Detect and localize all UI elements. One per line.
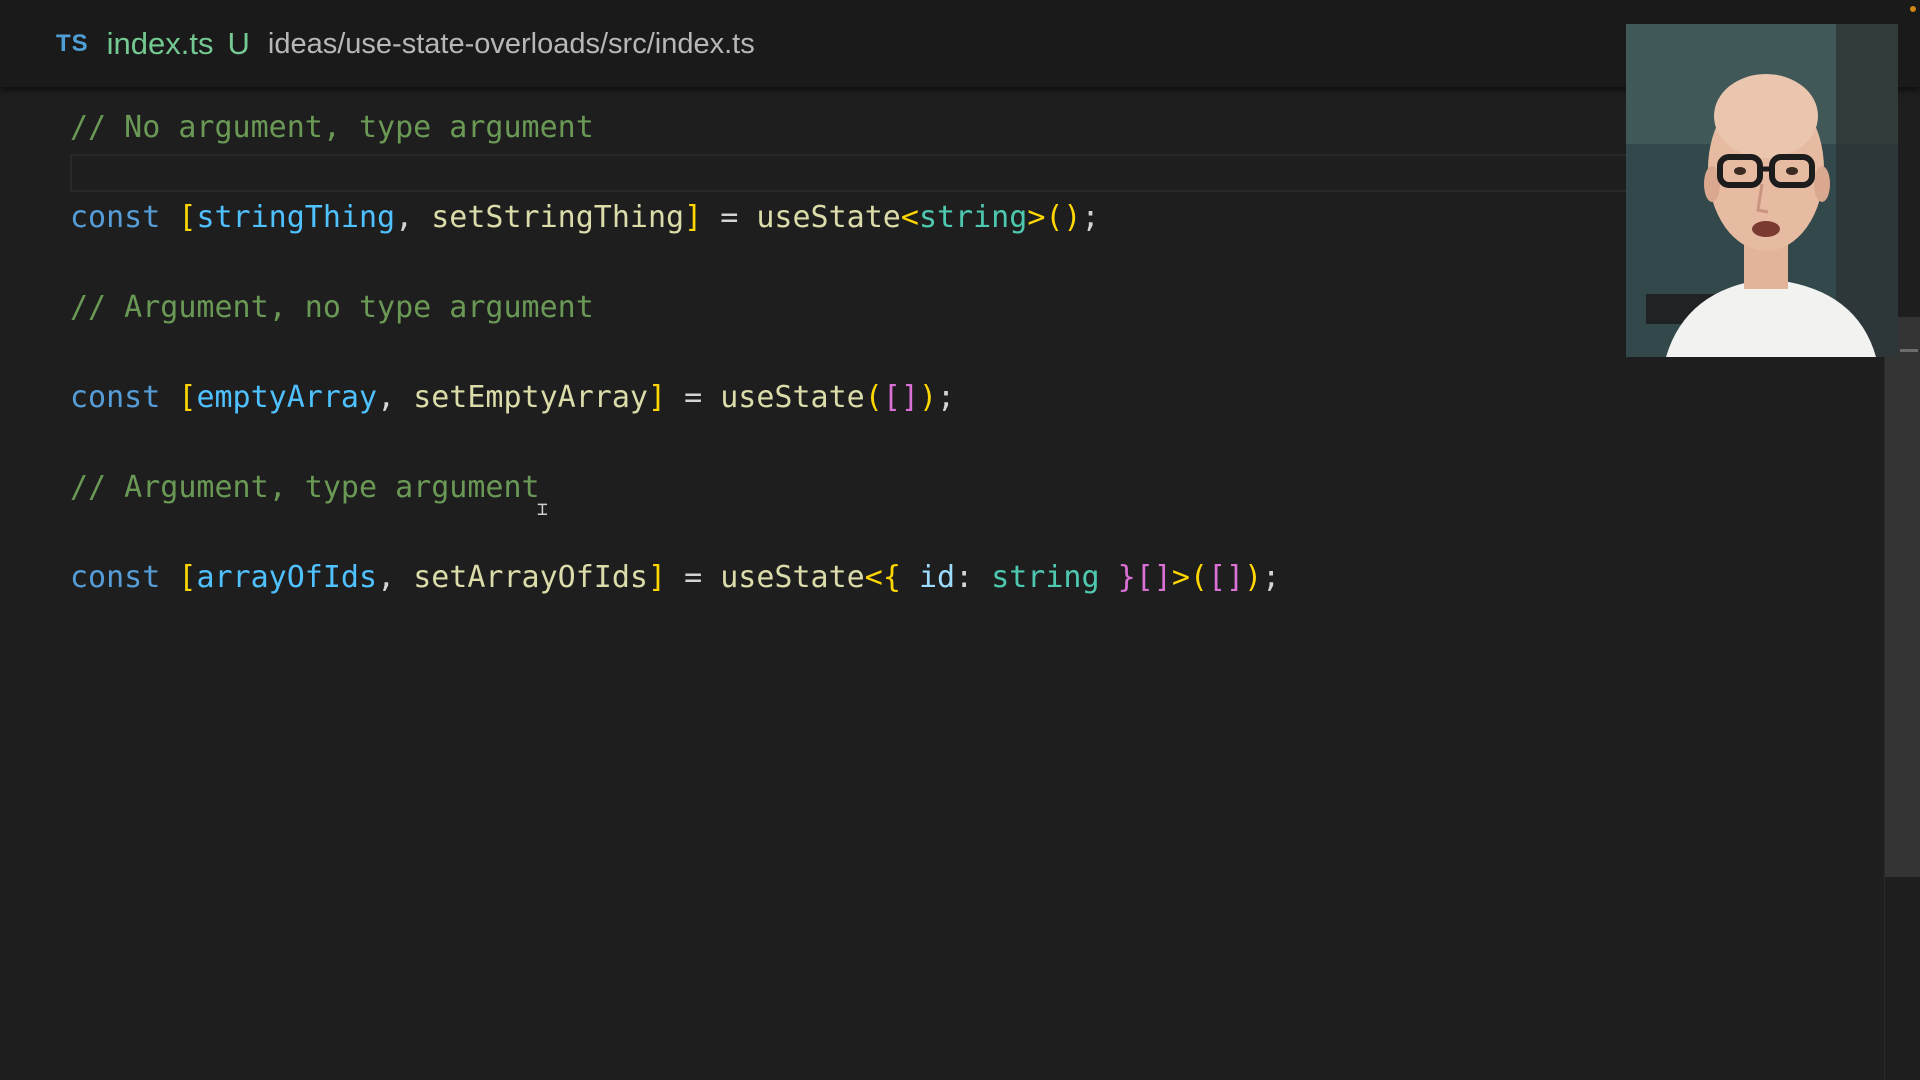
code-line-6[interactable]: const [arrayOfIds, setArrayOfIds] = useS… — [70, 556, 1280, 600]
code-token-comment: // Argument, type argument — [70, 470, 540, 505]
code-line-2[interactable]: const [stringThing, setStringThing] = us… — [70, 196, 1100, 240]
code-token-comment: // Argument, no type argument — [70, 290, 594, 325]
code-token-plain: ; — [937, 380, 956, 415]
code-editor[interactable]: // No argument, type argument const [str… — [0, 87, 1885, 1080]
code-token-function: setStringThing — [431, 200, 685, 235]
code-token-keyword: const — [70, 200, 179, 235]
text-cursor-icon: ⌶ — [537, 499, 548, 520]
typescript-file-icon: TS — [56, 30, 89, 57]
code-token-plain: = — [702, 200, 757, 235]
scrollbar-cursor-marker — [1900, 349, 1918, 352]
code-token-bracket-gold: ] — [684, 200, 703, 235]
code-token-bracket-purple: [] — [882, 380, 919, 415]
code-token-bracket-purple: [] — [1135, 560, 1172, 595]
current-line-highlight — [70, 154, 1885, 192]
code-token-comment: // No argument, type argument — [70, 110, 594, 145]
code-token-bracket-purple: [] — [1207, 560, 1245, 595]
code-token-plain: = — [666, 380, 721, 415]
scrollbar-thumb[interactable] — [1885, 317, 1920, 877]
code-token-variable: stringThing — [196, 200, 396, 235]
tab-index-ts[interactable]: TS index.ts U ideas/use-state-overloads/… — [56, 22, 755, 66]
code-token-bracket-gold: > — [1027, 200, 1046, 235]
code-token-bracket-gold: ] — [648, 560, 667, 595]
code-token-keyword: const — [70, 560, 179, 595]
tab-filename: index.ts — [106, 26, 214, 61]
git-status-badge: U — [227, 26, 250, 61]
code-token-bracket-gold: ( — [864, 380, 883, 415]
code-token-plain: : — [955, 560, 992, 595]
code-token-bracket-gold: { — [882, 560, 901, 595]
code-token-function: useState — [720, 380, 865, 415]
code-line-3[interactable]: // Argument, no type argument — [70, 286, 594, 330]
code-token-type: string — [991, 560, 1100, 595]
code-token-function: useState — [756, 200, 901, 235]
code-token-plain: , — [377, 560, 414, 595]
code-token-bracket-gold: [ — [178, 380, 197, 415]
code-line-1[interactable]: // No argument, type argument — [70, 106, 594, 150]
webcam-overlay — [1626, 24, 1898, 357]
code-token-bracket-gold: [ — [178, 560, 197, 595]
code-token-function: setArrayOfIds — [413, 560, 648, 595]
code-token-variable: emptyArray — [196, 380, 378, 415]
code-token-plain: , — [377, 380, 414, 415]
code-token-bracket-gold: > — [1171, 560, 1190, 595]
code-token-function: setEmptyArray — [413, 380, 648, 415]
code-token-bracket-gold: < — [900, 200, 919, 235]
code-token-bracket-gold: ) — [918, 380, 937, 415]
code-token-bracket-gold: ) — [1244, 560, 1263, 595]
code-token-bracket-gold: < — [864, 560, 883, 595]
code-token-bracket-purple: } — [1117, 560, 1136, 595]
code-token-plain: ; — [1262, 560, 1281, 595]
code-token-bracket-gold: () — [1045, 200, 1082, 235]
tab-file-path: ideas/use-state-overloads/src/index.ts — [267, 27, 755, 60]
presenter-video-icon — [1626, 24, 1898, 357]
code-token-variable: arrayOfIds — [196, 560, 378, 595]
code-token-property: id — [918, 560, 956, 595]
code-token-bracket-gold: [ — [178, 200, 197, 235]
code-token-keyword: const — [70, 380, 179, 415]
code-line-4[interactable]: const [emptyArray, setEmptyArray] = useS… — [70, 376, 955, 420]
code-line-5[interactable]: // Argument, type argument — [70, 466, 540, 510]
code-token-plain: , — [395, 200, 432, 235]
notification-dot-icon — [1910, 6, 1916, 12]
code-token-type: string — [918, 200, 1028, 235]
code-token-bracket-gold: ( — [1189, 560, 1208, 595]
code-token-plain: ; — [1081, 200, 1100, 235]
code-token-function: useState — [720, 560, 865, 595]
code-token-plain: = — [666, 560, 721, 595]
code-token-bracket-gold: ] — [648, 380, 667, 415]
